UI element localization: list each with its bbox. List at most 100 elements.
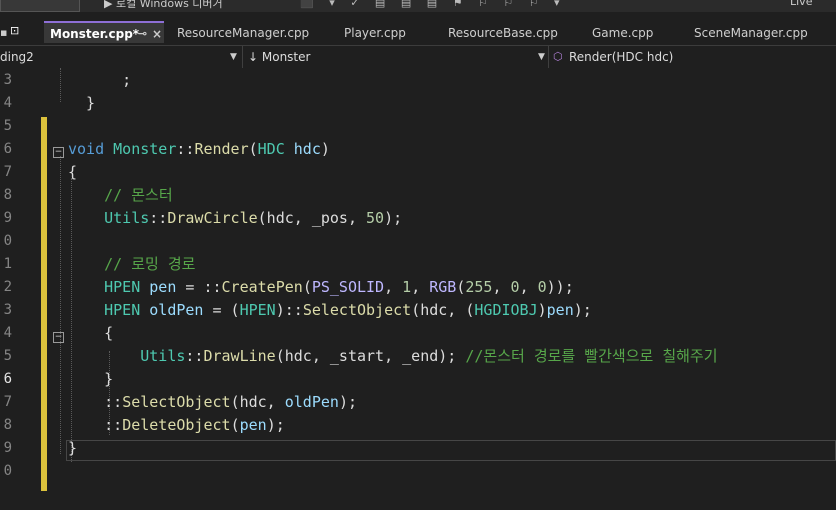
code-line[interactable]: { — [68, 161, 77, 184]
code-token: } — [68, 439, 78, 457]
toolbar-icon-strip[interactable]: ⬛ ▾ ✓ ▤ ▤ ▤ ⚑ ⚐ ⚐ ⚐ ▾ — [300, 0, 566, 9]
code-token: PS_SOLID — [311, 278, 385, 296]
code-line[interactable]: ::SelectObject(hdc, oldPen); — [68, 391, 357, 414]
tab-pin-icon[interactable]: ⊸ — [138, 23, 147, 45]
code-token: , — [411, 278, 430, 296]
scope-dropdown[interactable]: ↓ Monster — [248, 46, 310, 68]
collapse-icon[interactable]: − — [53, 147, 64, 158]
code-token: 0 — [537, 278, 547, 296]
code-line[interactable]: Utils::DrawLine(hdc, _start, _end); //몬스… — [68, 345, 718, 368]
collapse-icon[interactable]: − — [53, 332, 64, 343]
code-token: pen — [149, 278, 177, 296]
code-token: // 로밍 경로 — [104, 255, 196, 273]
code-line[interactable]: // 로밍 경로 — [68, 253, 195, 276]
project-dropdown[interactable]: ding2 — [0, 46, 34, 68]
tab-close-icon[interactable]: × — [152, 23, 162, 45]
chevron-down-icon[interactable]: ▼ — [538, 46, 545, 68]
tab-label: SceneManager.cpp — [694, 26, 808, 40]
live-share-button[interactable]: Live — [790, 0, 812, 8]
code-editor[interactable]: − − 345678901234567890 ; } void Monster::… — [0, 68, 836, 510]
code-line[interactable]: HPEN pen = ::CreatePen(PS_SOLID, 1, RGB(… — [68, 276, 574, 299]
code-line[interactable]: { — [68, 322, 113, 345]
code-line[interactable]: void Monster::Render(HDC hdc) — [68, 138, 330, 161]
code-token: DeleteObject — [122, 416, 231, 434]
chevron-down-icon[interactable]: ▼ — [230, 46, 237, 68]
code-token: (hdc, — [230, 393, 285, 411]
start-debugging-button[interactable]: ▶ 로컬 Windows 디버거 — [104, 0, 223, 11]
change-indicator-bar — [41, 117, 47, 491]
code-token: ):: — [275, 301, 303, 319]
nav-divider — [242, 46, 243, 68]
code-line[interactable]: Utils::DrawCircle(hdc, _pos, 50); — [68, 207, 402, 230]
line-number: 4 — [3, 325, 12, 341]
code-token: :: — [185, 347, 204, 365]
nav-divider — [548, 46, 549, 68]
code-token: HGDIOBJ — [474, 301, 538, 319]
tab-monster-cpp[interactable]: Monster.cpp* ⊸ × — [44, 21, 164, 43]
code-token: Utils — [104, 209, 150, 227]
tab-list-icon[interactable]: ▪ — [0, 26, 7, 39]
tab-resourcemanager-cpp[interactable]: ResourceManager.cpp — [177, 22, 309, 44]
code-token: SelectObject — [302, 301, 412, 319]
code-token: 255 — [465, 278, 493, 296]
code-token: , — [519, 278, 538, 296]
tab-player-cpp[interactable]: Player.cpp — [344, 22, 406, 44]
code-token: oldPen — [149, 301, 204, 319]
code-line[interactable]: } — [68, 92, 95, 115]
code-token: DrawCircle — [167, 209, 258, 227]
code-token: //몬스터 경로를 빨간색으로 칠해주기 — [465, 347, 718, 365]
line-number: 5 — [3, 348, 12, 364]
line-number: 6 — [3, 371, 12, 387]
line-number: 8 — [3, 187, 12, 203]
tab-label: Game.cpp — [592, 26, 654, 40]
code-line[interactable]: } — [68, 368, 113, 391]
member-dropdown[interactable]: Render(HDC hdc) — [569, 46, 673, 68]
code-token: (hdc, _start, _end); — [275, 347, 466, 365]
line-number: 4 — [3, 95, 12, 111]
code-line[interactable]: ; — [68, 69, 131, 92]
tab-label: ResourceManager.cpp — [177, 26, 310, 40]
tab-resourcebase-cpp[interactable]: ResourceBase.cpp — [448, 22, 558, 44]
line-number: 3 — [3, 302, 12, 318]
line-number: 9 — [3, 210, 12, 226]
code-line[interactable]: } — [68, 437, 77, 460]
code-token: ); — [266, 416, 285, 434]
line-number: 0 — [3, 463, 12, 479]
code-token: = ( — [203, 301, 240, 319]
line-number: 9 — [3, 440, 12, 456]
tab-label: Player.cpp — [344, 26, 406, 40]
tab-label: Monster.cpp* — [50, 27, 140, 41]
code-token: { — [68, 163, 78, 181]
code-token: oldPen — [284, 393, 339, 411]
code-token: 0 — [510, 278, 520, 296]
method-icon: ⬡ — [553, 50, 563, 63]
code-token: ( — [302, 278, 312, 296]
code-token: ( — [230, 416, 240, 434]
main-toolbar: ▶ 로컬 Windows 디버거 ⬛ ▾ ✓ ▤ ▤ ▤ ⚑ ⚐ ⚐ ⚐ ▾ L… — [0, 0, 836, 12]
code-token: , — [492, 278, 511, 296]
tab-game-cpp[interactable]: Game.cpp — [592, 22, 653, 44]
indent-guide — [60, 68, 61, 102]
line-number: 2 — [3, 279, 12, 295]
code-token: HPEN — [239, 301, 276, 319]
code-token: DrawLine — [203, 347, 276, 365]
code-token: Render — [194, 140, 249, 158]
code-token: = :: — [176, 278, 222, 296]
code-token: (hdc, ( — [411, 301, 475, 319]
code-token: Monster — [113, 140, 177, 158]
pin-icon[interactable]: ⊡ — [10, 24, 19, 37]
tab-label: ResourceBase.cpp — [448, 26, 558, 40]
line-number: 1 — [3, 256, 12, 272]
solution-config-dropdown[interactable] — [0, 0, 80, 12]
code-line[interactable]: // 몬스터 — [68, 184, 173, 207]
code-line[interactable]: HPEN oldPen = (HPEN)::SelectObject(hdc, … — [68, 299, 592, 322]
line-number: 5 — [3, 118, 12, 134]
tab-scenemanager-cpp[interactable]: SceneManager.cpp — [694, 22, 808, 44]
code-line[interactable]: ::DeleteObject(pen); — [68, 414, 285, 437]
